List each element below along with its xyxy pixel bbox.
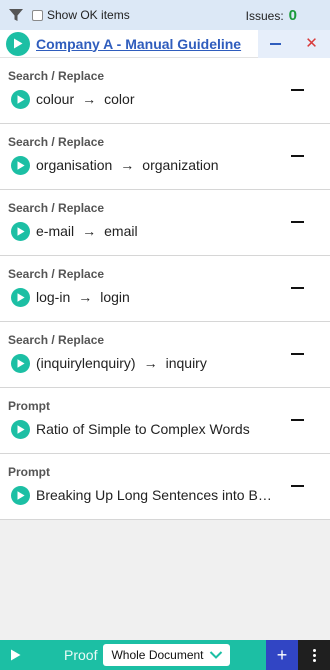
search-term: log-in	[36, 289, 71, 305]
list-item[interactable]: Search / Replace (inquirylenquiry) → inq…	[0, 322, 330, 388]
replace-term: color	[104, 91, 135, 107]
play-icon	[10, 649, 20, 661]
guideline-header: Company A - Manual Guideline ✕	[0, 29, 330, 58]
item-type-label: Search / Replace	[8, 267, 105, 281]
guideline-actions: ✕	[258, 29, 330, 58]
search-term: organisation	[36, 157, 113, 173]
play-icon	[17, 226, 25, 236]
item-type-label: Prompt	[8, 465, 50, 479]
bottom-toolbar: Proof Whole Document +	[0, 640, 330, 670]
list-item[interactable]: Prompt Breaking Up Long Sentences into B…	[0, 454, 330, 520]
show-ok-checkbox[interactable]	[32, 9, 43, 21]
remove-item-icon[interactable]	[291, 485, 304, 487]
guideline-title-link[interactable]: Company A - Manual Guideline	[36, 36, 241, 52]
play-icon	[17, 358, 25, 368]
issues-counter: Issues: 0	[246, 7, 297, 24]
run-item-button[interactable]	[11, 155, 30, 175]
run-item-button[interactable]	[11, 419, 30, 439]
run-all-button[interactable]	[0, 640, 30, 670]
arrow-icon: →	[82, 91, 97, 107]
replace-term: email	[104, 223, 138, 239]
remove-item-icon[interactable]	[291, 89, 304, 91]
item-type-label: Search / Replace	[8, 69, 105, 83]
add-button[interactable]: +	[266, 640, 298, 670]
remove-item-icon[interactable]	[291, 221, 304, 223]
filter-bar: Show OK items Issues: 0	[0, 0, 330, 30]
scope-value: Whole Document	[111, 648, 204, 662]
list-item[interactable]: Prompt Ratio of Simple to Complex Words	[0, 388, 330, 454]
list-item[interactable]: Search / Replace colour → color	[0, 58, 330, 124]
run-item-button[interactable]	[11, 89, 30, 109]
play-icon	[17, 490, 25, 500]
play-icon	[17, 94, 25, 104]
replace-term: login	[100, 289, 130, 305]
list-item[interactable]: Search / Replace e-mail → email	[0, 190, 330, 256]
play-icon	[17, 424, 25, 434]
replace-term: inquiry	[165, 355, 207, 371]
item-type-label: Search / Replace	[8, 135, 105, 149]
remove-item-icon[interactable]	[291, 353, 304, 355]
item-type-label: Search / Replace	[8, 201, 105, 215]
remove-item-icon[interactable]	[291, 419, 304, 421]
more-options-button[interactable]	[298, 640, 330, 670]
arrow-icon: →	[82, 223, 97, 239]
play-icon	[14, 38, 23, 49]
check-list: Search / Replace colour → color Search /…	[0, 58, 330, 520]
show-ok-label[interactable]: Show OK items	[47, 8, 130, 22]
search-term: (inquirylenquiry)	[36, 355, 136, 371]
arrow-icon: →	[78, 289, 93, 305]
arrow-icon: →	[143, 355, 158, 371]
issues-label: Issues:	[245, 8, 284, 23]
run-item-button[interactable]	[11, 485, 30, 505]
prompt-text: Ratio of Simple to Complex Words	[36, 421, 250, 437]
search-term: e-mail	[36, 223, 75, 239]
filter-icon[interactable]	[7, 6, 25, 24]
remove-item-icon[interactable]	[291, 287, 304, 289]
collapse-icon[interactable]	[270, 42, 282, 45]
item-type-label: Prompt	[8, 399, 50, 413]
remove-item-icon[interactable]	[291, 155, 304, 157]
replace-term: organization	[142, 157, 219, 173]
list-item[interactable]: Search / Replace organisation → organiza…	[0, 124, 330, 190]
item-type-label: Search / Replace	[8, 333, 105, 347]
run-item-button[interactable]	[11, 353, 30, 373]
issues-count: 0	[288, 6, 297, 24]
prompt-text: Breaking Up Long Sentences into B…	[36, 487, 272, 503]
play-icon	[17, 160, 25, 170]
more-vert-icon	[312, 648, 316, 663]
arrow-icon: →	[120, 157, 135, 173]
play-icon	[17, 292, 25, 302]
list-item[interactable]: Search / Replace log-in → login	[0, 256, 330, 322]
run-guideline-button[interactable]	[6, 31, 30, 56]
run-item-button[interactable]	[11, 221, 30, 241]
chevron-down-icon	[210, 651, 223, 659]
search-term: colour	[36, 91, 75, 107]
close-icon[interactable]: ✕	[305, 36, 318, 51]
proof-label: Proof	[64, 647, 98, 663]
scope-dropdown[interactable]: Whole Document	[103, 644, 231, 666]
run-item-button[interactable]	[11, 287, 30, 307]
